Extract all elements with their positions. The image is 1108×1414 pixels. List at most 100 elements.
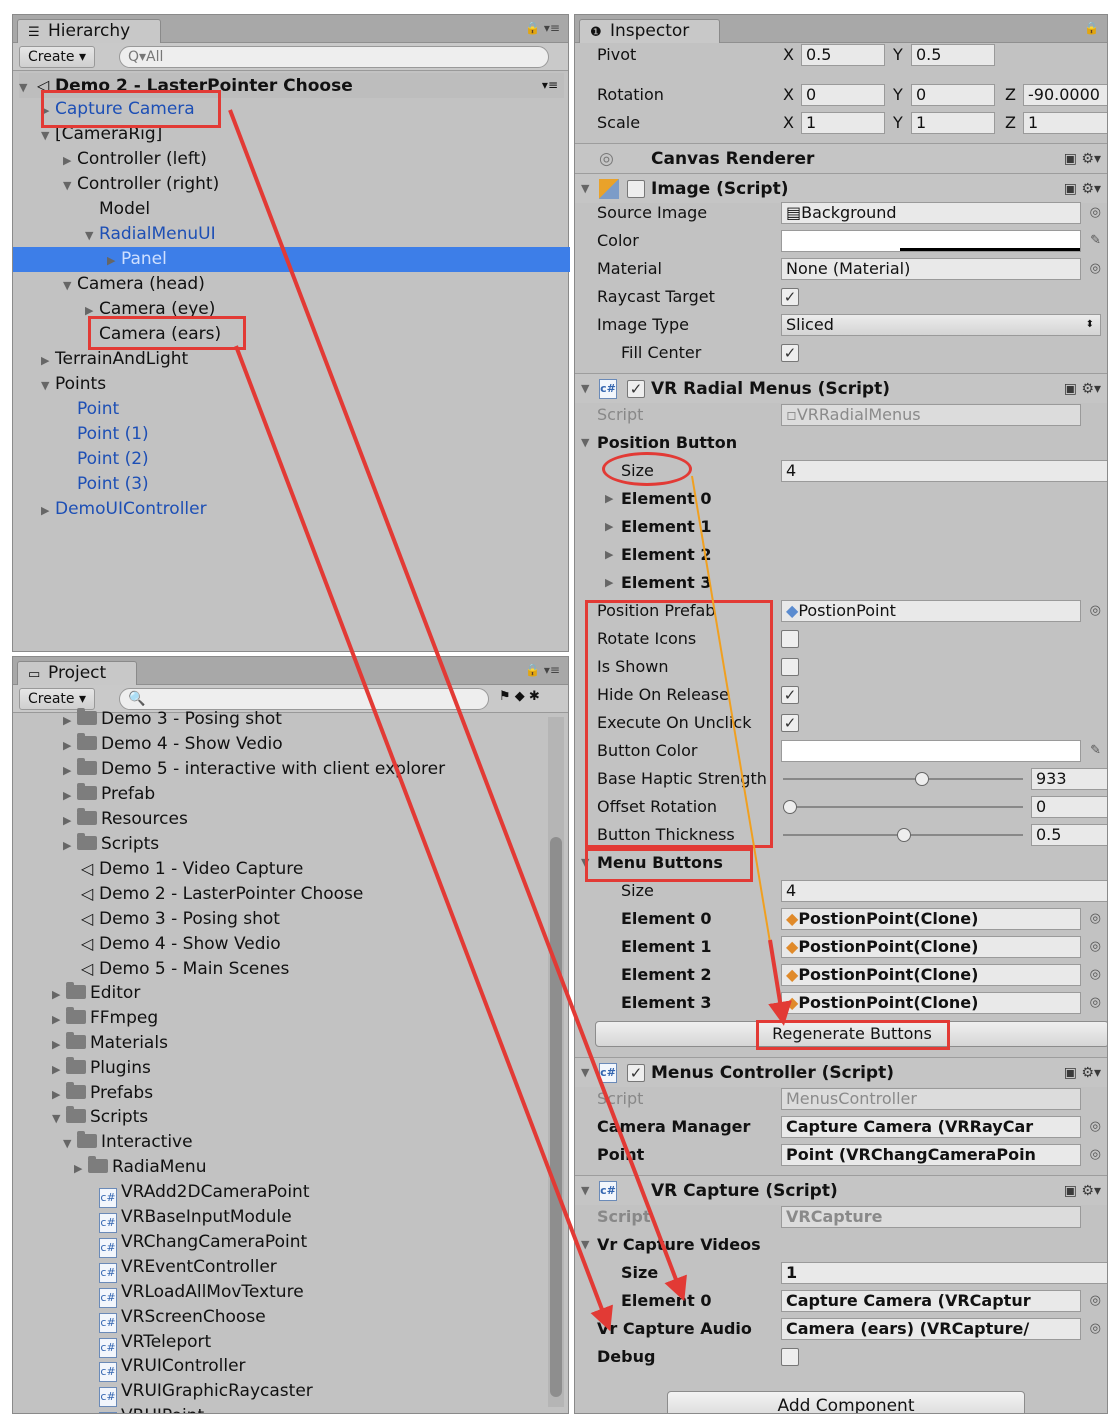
object-picker-icon[interactable]: ◎ xyxy=(1090,199,1101,227)
capture-audio-field[interactable]: Camera (ears) (VRCapture/ xyxy=(781,1318,1081,1340)
offset-rotation-field[interactable]: 0 xyxy=(1031,796,1107,818)
filter-icons[interactable]: ⚑ ◆ ✱ xyxy=(499,689,540,704)
image-enabled-checkbox[interactable] xyxy=(627,180,645,198)
object-picker-icon[interactable]: ◎ xyxy=(1090,989,1101,1017)
slider-knob[interactable] xyxy=(915,772,929,786)
expand-icon[interactable]: ▼ xyxy=(581,1176,595,1206)
slider-knob[interactable] xyxy=(897,828,911,842)
project-item[interactable]: ▼ Interactive xyxy=(63,1130,193,1155)
project-item[interactable]: ◁ Demo 2 - LasterPointer Choose xyxy=(63,881,364,906)
object-picker-icon[interactable]: ◎ xyxy=(1090,1113,1101,1141)
object-picker-icon[interactable]: ◎ xyxy=(1090,597,1101,625)
base-haptic-slider[interactable] xyxy=(783,772,1023,786)
capture-element0-field[interactable]: Capture Camera (VRCaptur xyxy=(781,1290,1081,1312)
rotation-z-field[interactable]: -90.0000 xyxy=(1023,84,1107,106)
project-item[interactable]: ◁ Demo 3 - Posing shot xyxy=(63,906,280,931)
project-item[interactable]: c# VREventController xyxy=(85,1255,277,1283)
scene-menu-icon[interactable]: ▾≡ xyxy=(542,73,558,98)
project-scrollbar[interactable] xyxy=(548,717,564,1407)
project-item[interactable]: ▶ Editor xyxy=(52,981,140,1006)
lock-icon[interactable]: 🔒 ▾≡ xyxy=(525,663,560,677)
hierarchy-item[interactable]: Point (2) xyxy=(63,447,149,472)
object-picker-icon[interactable]: ◎ xyxy=(1090,961,1101,989)
project-item[interactable]: c# VRUIController xyxy=(85,1354,246,1383)
execute-on-unclick-checkbox[interactable]: ✓ xyxy=(781,714,799,732)
project-item[interactable]: ▶ Resources xyxy=(63,807,188,832)
lock-icon[interactable]: 🔒 xyxy=(1084,21,1099,35)
expand-icon[interactable]: ▼ xyxy=(581,1058,595,1088)
hierarchy-item[interactable]: ▼ Points xyxy=(41,372,106,397)
project-item[interactable]: c# VRScreenChoose xyxy=(85,1305,266,1333)
object-picker-icon[interactable]: ◎ xyxy=(1090,933,1101,961)
expand-icon[interactable]: ▶ xyxy=(605,485,619,513)
object-picker-icon[interactable]: ◎ xyxy=(1090,1141,1101,1169)
project-item[interactable]: ▶ Prefab xyxy=(63,782,155,807)
expand-icon[interactable]: ▶ xyxy=(63,148,77,173)
component-settings-icon[interactable]: ▣ ⚙▾ xyxy=(1064,144,1101,174)
radial-enabled-checkbox[interactable]: ✓ xyxy=(627,380,645,398)
menu-element-field[interactable]: ◆PostionPoint(Clone) xyxy=(781,936,1081,958)
expand-icon[interactable]: ▼ xyxy=(85,223,99,248)
eyedropper-icon[interactable]: ✎ xyxy=(1090,737,1101,765)
menu-element-field[interactable]: ◆PostionPoint(Clone) xyxy=(781,908,1081,930)
object-picker-icon[interactable]: ◎ xyxy=(1090,1287,1101,1315)
expand-icon[interactable]: ▼ xyxy=(41,373,55,398)
project-item[interactable]: ◁ Demo 4 - Show Vedio xyxy=(63,931,281,956)
hierarchy-create-button[interactable]: Create ▾ xyxy=(19,46,96,68)
hierarchy-item[interactable]: ▶ TerrainAndLight xyxy=(41,347,188,372)
component-settings-icon[interactable]: ▣ ⚙▾ xyxy=(1064,1176,1101,1206)
hierarchy-item[interactable]: Point (1) xyxy=(63,422,149,447)
project-item[interactable]: c# VRAdd2DCameraPoint xyxy=(85,1180,310,1209)
radial-menus-header[interactable]: ▼ c# ✓ VR Radial Menus (Script) ▣ ⚙▾ xyxy=(575,373,1107,403)
scroll-thumb[interactable] xyxy=(550,837,562,1397)
expand-icon[interactable]: ▶ xyxy=(41,498,55,523)
add-component-button[interactable]: Add Component xyxy=(667,1391,1025,1413)
project-tab[interactable]: ▭ Project xyxy=(17,661,138,685)
expand-icon[interactable]: ▶ xyxy=(107,248,121,273)
expand-icon[interactable]: ▼ xyxy=(581,1231,595,1259)
expand-icon[interactable]: ▼ xyxy=(63,173,77,198)
expand-icon[interactable]: ▶ xyxy=(605,541,619,569)
project-item[interactable]: ▼ Scripts xyxy=(52,1105,148,1130)
button-thickness-slider[interactable] xyxy=(783,828,1023,842)
expand-icon[interactable]: ▶ xyxy=(52,1057,66,1082)
expand-icon[interactable]: ▶ xyxy=(52,1032,66,1057)
object-picker-icon[interactable]: ◎ xyxy=(1090,905,1101,933)
rotate-icons-checkbox[interactable] xyxy=(781,630,799,648)
hide-on-release-checkbox[interactable]: ✓ xyxy=(781,686,799,704)
position-size-field[interactable]: 4 xyxy=(781,460,1107,482)
material-field[interactable]: None (Material) xyxy=(781,258,1081,280)
project-item[interactable]: c# VRTeleport xyxy=(85,1330,211,1358)
image-type-dropdown[interactable]: Sliced ⬍ xyxy=(781,314,1101,336)
expand-icon[interactable]: ▼ xyxy=(581,429,595,457)
expand-icon[interactable]: ▶ xyxy=(41,348,55,373)
raycast-target-checkbox[interactable]: ✓ xyxy=(781,288,799,306)
project-item[interactable]: ▶ Demo 5 - interactive with client explor… xyxy=(63,757,445,782)
button-color-field[interactable] xyxy=(781,740,1081,762)
is-shown-checkbox[interactable] xyxy=(781,658,799,676)
menus-controller-enabled-checkbox[interactable]: ✓ xyxy=(627,1064,645,1082)
project-item[interactable]: c# VRLoadAllMovTexture xyxy=(85,1280,304,1308)
point-field[interactable]: Point (VRChangCameraPoin xyxy=(781,1144,1081,1166)
scale-z-field[interactable]: 1 xyxy=(1023,112,1107,134)
project-item[interactable]: ▶ Demo 3 - Posing shot xyxy=(63,707,282,732)
rotation-x-field[interactable]: 0 xyxy=(801,84,885,106)
lock-icon[interactable]: 🔒 ▾≡ xyxy=(525,21,560,35)
capture-videos-row[interactable]: ▼ Vr Capture Videos xyxy=(575,1231,1107,1259)
menu-size-field[interactable]: 4 xyxy=(781,880,1107,902)
expand-icon[interactable]: ▼ xyxy=(63,273,77,298)
project-item[interactable]: ▶ Prefabs xyxy=(52,1081,153,1106)
slider-knob[interactable] xyxy=(783,800,797,814)
button-thickness-field[interactable]: 0.5 xyxy=(1031,824,1107,846)
hierarchy-item[interactable]: Model xyxy=(85,197,150,222)
hierarchy-tab[interactable]: ☰ Hierarchy xyxy=(17,19,162,43)
menu-element-field[interactable]: ◆PostionPoint(Clone) xyxy=(781,964,1081,986)
project-item[interactable]: ▶ Scripts xyxy=(63,832,159,857)
expand-icon[interactable]: ▶ xyxy=(63,783,77,808)
menus-controller-header[interactable]: ▼ c# ✓ Menus Controller (Script) ▣ ⚙▾ xyxy=(575,1057,1107,1087)
expand-icon[interactable]: ▼ xyxy=(19,75,33,100)
debug-checkbox[interactable] xyxy=(781,1348,799,1366)
project-item[interactable]: c#VRUIPoint xyxy=(85,1404,204,1413)
position-element-row[interactable]: ▶ Element 1 xyxy=(575,513,1107,541)
expand-icon[interactable]: ▶ xyxy=(63,833,77,858)
